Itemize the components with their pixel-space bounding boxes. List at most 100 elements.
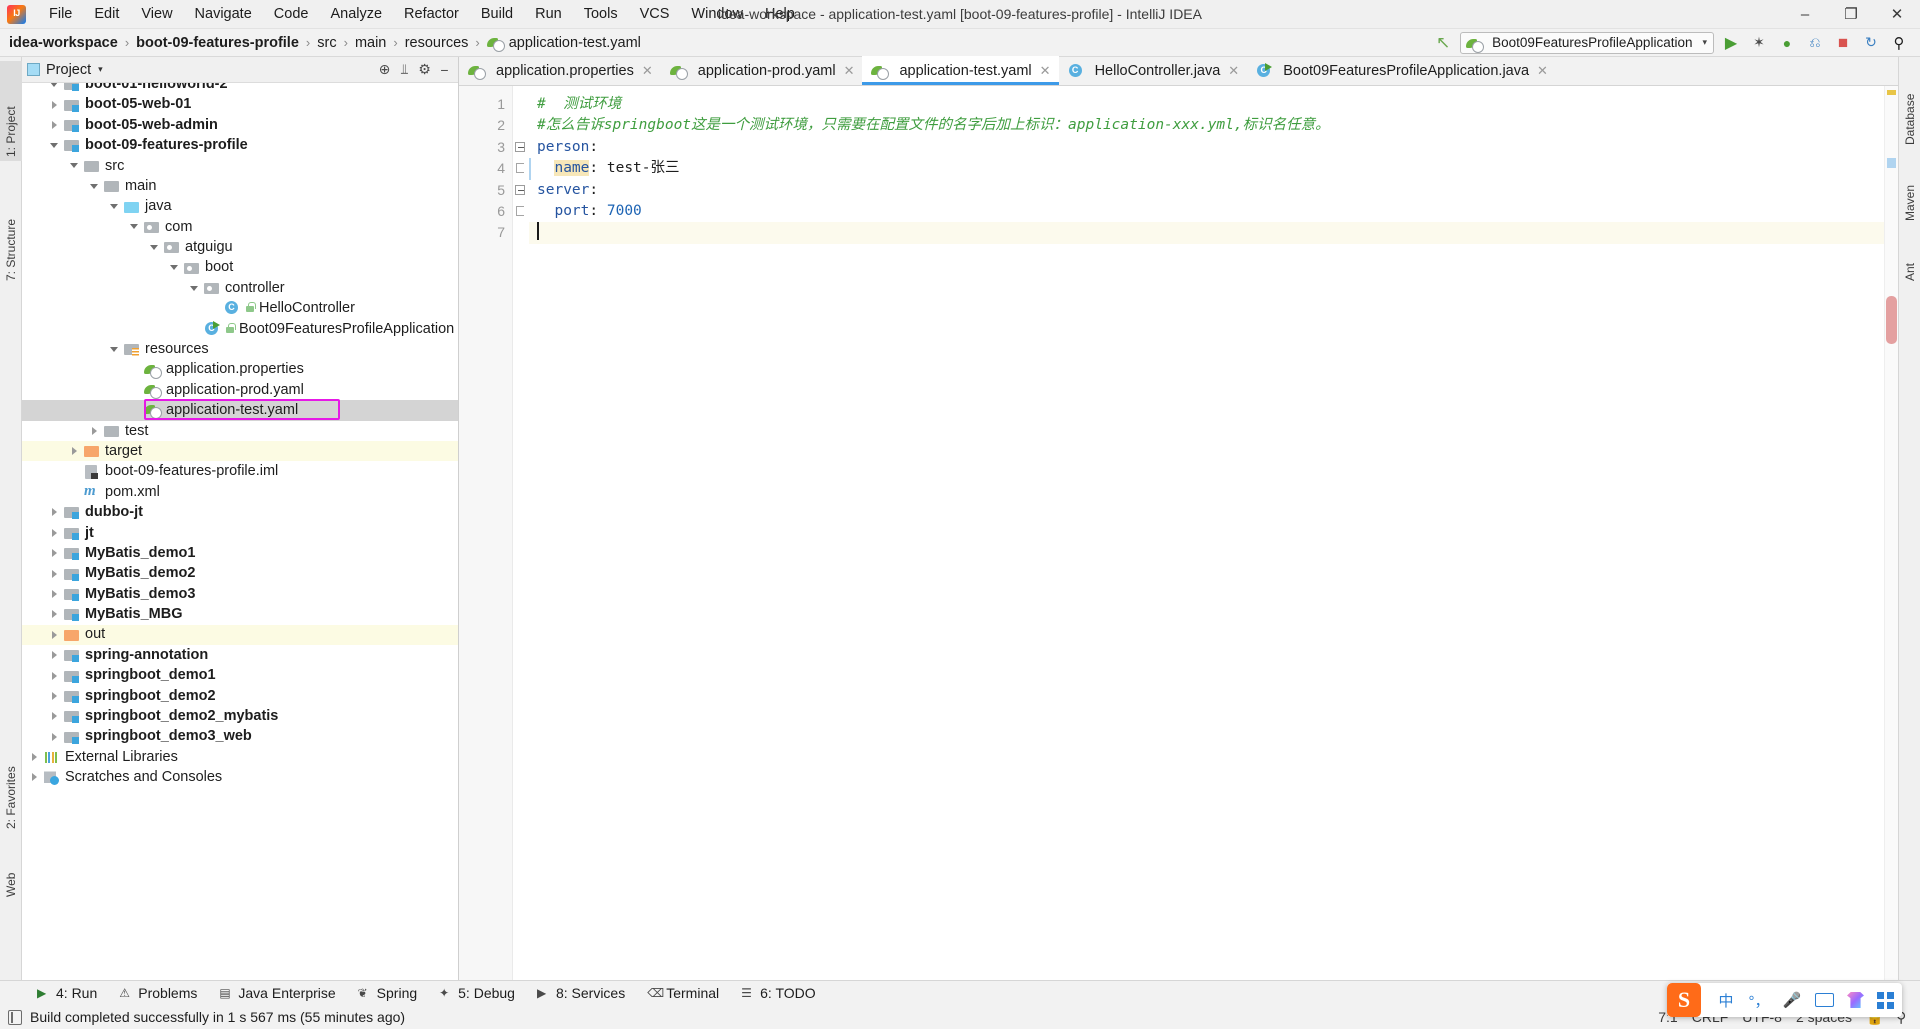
tool-window-tab-maven[interactable]: Maven bbox=[1899, 163, 1920, 225]
editor-tab-hellocontroller-java[interactable]: HelloController.java✕ bbox=[1059, 56, 1248, 85]
tree-node-springboot-demo2-mybatis[interactable]: springboot_demo2_mybatis bbox=[22, 706, 458, 726]
run-with-coverage-button[interactable]: ● bbox=[1776, 32, 1798, 54]
run-button[interactable]: ▶ bbox=[1720, 32, 1742, 54]
tree-node-target[interactable]: target bbox=[22, 441, 458, 461]
collapse-arrow-icon[interactable] bbox=[170, 262, 181, 273]
tool-window-tab-database[interactable]: Database bbox=[1899, 63, 1920, 149]
menu-item-build[interactable]: Build bbox=[470, 4, 524, 24]
debug-button[interactable]: ✶ bbox=[1748, 32, 1770, 54]
expand-arrow-icon[interactable] bbox=[50, 650, 61, 661]
ime-language-mode[interactable]: 中 bbox=[1716, 990, 1736, 1011]
project-tree[interactable]: boot-01-helloworld-2boot-05-web-01boot-0… bbox=[22, 83, 458, 980]
tree-node-spring-annotation[interactable]: spring-annotation bbox=[22, 645, 458, 665]
editor-tab-application-prod-yaml[interactable]: application-prod.yaml✕ bbox=[661, 56, 863, 85]
expand-arrow-icon[interactable] bbox=[50, 507, 61, 518]
code-line-5[interactable]: server: bbox=[529, 180, 1884, 201]
tree-node-boot-05-web-admin[interactable]: boot-05-web-admin bbox=[22, 115, 458, 135]
tool-window-tab-favorites[interactable]: 2: Favorites bbox=[0, 717, 22, 833]
tool-window-button-5--debug[interactable]: ✦5: Debug bbox=[428, 983, 526, 1003]
tree-node-atguigu[interactable]: atguigu bbox=[22, 237, 458, 257]
code-line-7[interactable] bbox=[529, 222, 1884, 243]
expand-arrow-icon[interactable] bbox=[50, 690, 61, 701]
breadcrumb-item-3[interactable]: main bbox=[352, 34, 389, 52]
tree-node-application-prod-yaml[interactable]: application-prod.yaml bbox=[22, 380, 458, 400]
collapse-arrow-icon[interactable] bbox=[130, 221, 141, 232]
sogou-ime-logo-icon[interactable]: S bbox=[1667, 983, 1701, 1017]
collapse-all-icon[interactable]: ⫫ bbox=[396, 61, 413, 78]
tree-node-src[interactable]: src bbox=[22, 156, 458, 176]
tree-node-java[interactable]: java bbox=[22, 196, 458, 216]
expand-arrow-icon[interactable] bbox=[90, 425, 101, 436]
back-arrow-icon[interactable]: ↖ bbox=[1432, 32, 1454, 54]
expand-arrow-icon[interactable] bbox=[50, 731, 61, 742]
tree-node-springboot-demo2[interactable]: springboot_demo2 bbox=[22, 686, 458, 706]
tree-node-mybatis-mbg[interactable]: MyBatis_MBG bbox=[22, 604, 458, 624]
tool-window-button-4--run[interactable]: ▶4: Run bbox=[26, 983, 108, 1003]
tree-node-controller[interactable]: controller bbox=[22, 278, 458, 298]
ime-punctuation-mode[interactable]: °， bbox=[1749, 990, 1769, 1011]
tool-window-button-problems[interactable]: ⚠Problems bbox=[108, 983, 208, 1003]
collapse-arrow-icon[interactable] bbox=[110, 201, 121, 212]
locate-file-icon[interactable]: ⊕ bbox=[376, 61, 393, 78]
tool-window-tab-web[interactable]: Web bbox=[0, 857, 22, 901]
close-tab-icon[interactable]: ✕ bbox=[1537, 63, 1548, 79]
tool-window-tab-structure[interactable]: 7: Structure bbox=[0, 169, 22, 285]
fold-region-5[interactable] bbox=[513, 180, 529, 201]
tree-node-boot-01-helloworld-2[interactable]: boot-01-helloworld-2 bbox=[22, 83, 458, 94]
tree-node-springboot-demo3-web[interactable]: springboot_demo3_web bbox=[22, 727, 458, 747]
tree-node-scratches-and-consoles[interactable]: Scratches and Consoles bbox=[22, 767, 458, 787]
close-tab-icon[interactable]: ✕ bbox=[1040, 63, 1051, 79]
tree-node-springboot-demo1[interactable]: springboot_demo1 bbox=[22, 665, 458, 685]
breadcrumb-item-2[interactable]: src bbox=[314, 34, 339, 52]
tool-window-button-terminal[interactable]: ⌫Terminal bbox=[636, 983, 730, 1003]
expand-arrow-icon[interactable] bbox=[50, 629, 61, 640]
tree-node-main[interactable]: main bbox=[22, 176, 458, 196]
tree-node-external-libraries[interactable]: External Libraries bbox=[22, 747, 458, 767]
tool-window-tab-project[interactable]: 1: Project bbox=[0, 61, 22, 161]
tree-node-mybatis-demo2[interactable]: MyBatis_demo2 bbox=[22, 563, 458, 583]
tree-node-boot-09-features-profile[interactable]: boot-09-features-profile bbox=[22, 135, 458, 155]
close-tab-icon[interactable]: ✕ bbox=[844, 63, 855, 79]
run-configuration-selector[interactable]: Boot09FeaturesProfileApplication ▾ bbox=[1460, 32, 1714, 54]
expand-arrow-icon[interactable] bbox=[50, 670, 61, 681]
tree-node-application-properties[interactable]: application.properties bbox=[22, 359, 458, 379]
close-tab-icon[interactable]: ✕ bbox=[1228, 63, 1239, 79]
collapse-fold-icon[interactable] bbox=[515, 185, 525, 195]
tool-window-button-spring[interactable]: ❦Spring bbox=[347, 983, 428, 1003]
tool-window-tab-ant[interactable]: Ant bbox=[1899, 239, 1920, 285]
maximize-button[interactable]: ❐ bbox=[1828, 0, 1874, 28]
breadcrumb-item-0[interactable]: idea-workspace bbox=[6, 34, 121, 52]
menu-item-navigate[interactable]: Navigate bbox=[184, 4, 263, 24]
collapse-arrow-icon[interactable] bbox=[190, 283, 201, 294]
tree-node-mybatis-demo3[interactable]: MyBatis_demo3 bbox=[22, 584, 458, 604]
tree-node-mybatis-demo1[interactable]: MyBatis_demo1 bbox=[22, 543, 458, 563]
tree-node-boot-05-web-01[interactable]: boot-05-web-01 bbox=[22, 94, 458, 114]
tree-node-boot09featuresprofileapplication[interactable]: Boot09FeaturesProfileApplication bbox=[22, 319, 458, 339]
code-line-2[interactable]: #怎么告诉springboot这是一个测试环境，只需要在配置文件的名字后加上标识… bbox=[529, 115, 1884, 136]
code-content[interactable]: # 测试环境#怎么告诉springboot这是一个测试环境，只需要在配置文件的名… bbox=[529, 86, 1884, 980]
code-line-4[interactable]: name: test-张三 bbox=[529, 158, 1884, 179]
tree-node-boot-09-features-profile-iml[interactable]: boot-09-features-profile.iml bbox=[22, 461, 458, 481]
expand-arrow-icon[interactable] bbox=[50, 548, 61, 559]
tool-window-button-8--services[interactable]: ▶8: Services bbox=[526, 983, 636, 1003]
breadcrumb-item-4[interactable]: resources bbox=[402, 34, 472, 52]
stop-button[interactable]: ■ bbox=[1832, 32, 1854, 54]
collapse-arrow-icon[interactable] bbox=[70, 160, 81, 171]
vertical-scrollbar-thumb[interactable] bbox=[1886, 296, 1897, 344]
toolbox-icon[interactable] bbox=[1877, 992, 1894, 1009]
menu-item-analyze[interactable]: Analyze bbox=[319, 4, 393, 24]
profile-button[interactable]: ⎌ bbox=[1804, 32, 1826, 54]
breadcrumb-item-5[interactable]: application-test.yaml bbox=[484, 34, 644, 52]
expand-arrow-icon[interactable] bbox=[30, 772, 41, 783]
tree-node-dubbo-jt[interactable]: dubbo-jt bbox=[22, 502, 458, 522]
expand-arrow-icon[interactable] bbox=[50, 609, 61, 620]
tree-node-com[interactable]: com bbox=[22, 217, 458, 237]
expand-arrow-icon[interactable] bbox=[50, 711, 61, 722]
tree-node-out[interactable]: out bbox=[22, 625, 458, 645]
gear-icon[interactable]: ⚙ bbox=[416, 61, 433, 78]
tool-window-button-java-enterprise[interactable]: ▤Java Enterprise bbox=[208, 983, 346, 1003]
menu-item-tools[interactable]: Tools bbox=[573, 4, 629, 24]
editor-tab-application-test-yaml[interactable]: application-test.yaml✕ bbox=[862, 56, 1058, 85]
tree-node-jt[interactable]: jt bbox=[22, 523, 458, 543]
collapse-arrow-icon[interactable] bbox=[50, 83, 61, 90]
